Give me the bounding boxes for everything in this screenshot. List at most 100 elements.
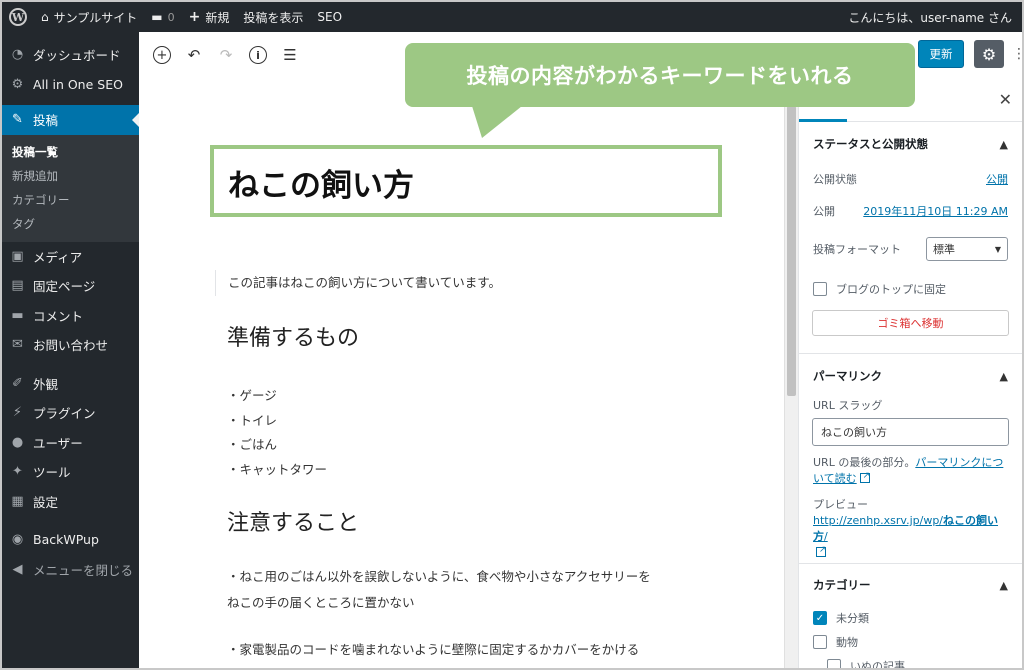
- category-checkbox[interactable]: [813, 635, 827, 649]
- new-label: 新規: [205, 10, 230, 25]
- sidebar-item-label: プラグイン: [33, 406, 96, 422]
- sidebar-item-dashboard[interactable]: ◔ ダッシュボード: [2, 40, 139, 70]
- sidebar-item-tools[interactable]: ✦ ツール: [2, 457, 139, 487]
- permalink-help-link[interactable]: パーマリンクにつ: [915, 456, 1003, 469]
- visibility-label: 公開状態: [813, 173, 857, 186]
- preview-url[interactable]: http://zenhp.xsrv.jp/wp/ねこの飼い方/: [799, 513, 1022, 561]
- item-list[interactable]: ・ゲージ ・トイレ ・ごはん ・キャットタワー: [227, 384, 327, 482]
- pin-icon: ✎: [12, 112, 23, 128]
- undo-icon[interactable]: ↶: [185, 46, 203, 64]
- sidebar-item-label: お問い合わせ: [33, 338, 109, 354]
- block-navigation-icon[interactable]: ☰: [281, 46, 299, 64]
- sidebar-item-backwpup[interactable]: ◉ BackWPup: [2, 525, 139, 555]
- editor-scrollbar[interactable]: [784, 78, 798, 668]
- sidebar-item-contact[interactable]: ✉ お問い合わせ: [2, 330, 139, 360]
- callout-pointer: [472, 106, 522, 138]
- heading-preparation[interactable]: 準備するもの: [227, 320, 359, 352]
- intro-paragraph[interactable]: この記事はねこの飼い方について書いています。: [215, 270, 501, 296]
- post-title-text: ねこの飼い方: [228, 168, 414, 204]
- post-format-label: 投稿フォーマット: [813, 243, 901, 256]
- sidebar-item-label: All in One SEO: [33, 76, 123, 92]
- permalink-help-link-cont[interactable]: いて読む: [813, 472, 857, 485]
- sidebar-item-plugins[interactable]: ⚡ プラグイン: [2, 398, 139, 428]
- sidebar-item-appearance[interactable]: ✐ 外観: [2, 369, 139, 399]
- status-panel-header[interactable]: ステータスと公開状態 ▲: [799, 122, 1022, 166]
- redo-icon[interactable]: ↷: [217, 46, 235, 64]
- sidebar-item-users[interactable]: ● ユーザー: [2, 428, 139, 458]
- sidebar-item-label: メディア: [33, 249, 83, 265]
- sidebar-item-media[interactable]: ▣ メディア: [2, 242, 139, 272]
- heading-cautions[interactable]: 注意すること: [227, 505, 359, 537]
- gear-icon: ⚙: [981, 44, 997, 64]
- settings-toggle-button[interactable]: ⚙: [974, 40, 1004, 68]
- post-format-select[interactable]: 標準 ▼: [926, 237, 1008, 261]
- comments-link[interactable]: ▬ 0: [144, 2, 181, 32]
- sidebar-item-settings[interactable]: ▦ 設定: [2, 487, 139, 517]
- gear-icon: ⚙: [11, 76, 24, 92]
- post-title-field[interactable]: ねこの飼い方: [210, 145, 722, 217]
- publish-date-row: 公開 2019年11月10日 11:29 AM: [799, 192, 1022, 230]
- more-options-icon[interactable]: ⋮: [1012, 42, 1022, 66]
- slug-value: ねこの飼い方: [821, 426, 887, 439]
- collapse-menu-button[interactable]: ◀ メニューを閉じる: [2, 555, 139, 585]
- paragraph-line: ・ねこ用のごはん以外を誤飲しないように、食べ物や小さなアクセサリーを: [227, 569, 651, 584]
- sticky-checkbox[interactable]: [813, 282, 827, 296]
- sidebar-item-posts[interactable]: ✎ 投稿: [2, 105, 139, 135]
- category-checkbox[interactable]: ✓: [813, 611, 827, 625]
- comment-icon: ▬: [151, 10, 163, 24]
- visibility-link[interactable]: 公開: [986, 171, 1008, 187]
- category-item: 動物: [799, 630, 1022, 654]
- category-checkbox[interactable]: [827, 659, 841, 668]
- sidebar-item-comments[interactable]: ▬ コメント: [2, 301, 139, 331]
- sidebar-item-all-in-one-seo[interactable]: ⚙ All in One SEO: [2, 70, 139, 100]
- submenu-add-new[interactable]: 新規追加: [2, 164, 139, 188]
- publish-label: 公開: [813, 205, 835, 218]
- external-link-icon: [816, 542, 827, 558]
- view-post-link[interactable]: 投稿を表示: [236, 2, 310, 32]
- status-panel: ステータスと公開状態 ▲ 公開状態 公開 公開 2019年11月10日 11:2…: [799, 122, 1022, 354]
- permalink-panel-header[interactable]: パーマリンク ▲: [799, 354, 1022, 398]
- move-to-trash-button[interactable]: ゴミ箱へ移動: [812, 310, 1009, 336]
- category-label: 動物: [836, 636, 858, 649]
- cord-paragraph[interactable]: ・家電製品のコードを噛まれないように壁際に固定するかカバーをかける: [227, 637, 639, 663]
- annotation-callout: 投稿の内容がわかるキーワードをいれる: [405, 43, 915, 107]
- category-label: いぬの記事: [850, 660, 905, 670]
- plugin-icon: ⚡: [12, 405, 23, 421]
- list-item: ・ゲージ: [227, 388, 277, 403]
- info-icon[interactable]: i: [249, 46, 267, 64]
- settings-icon: ▦: [11, 493, 24, 509]
- sidebar-item-pages[interactable]: ▤ 固定ページ: [2, 271, 139, 301]
- chevron-up-icon: ▲: [999, 369, 1008, 383]
- sidebar-item-label: BackWPup: [33, 532, 99, 548]
- publish-date-link[interactable]: 2019年11月10日 11:29 AM: [863, 203, 1008, 219]
- slug-input[interactable]: ねこの飼い方: [812, 418, 1009, 446]
- close-icon[interactable]: ✕: [999, 90, 1012, 109]
- preview-url-prefix[interactable]: http://zenhp.xsrv.jp/wp/: [813, 514, 943, 527]
- seo-menu-link[interactable]: SEO: [310, 2, 349, 32]
- plus-icon: +: [188, 9, 201, 25]
- submenu-categories[interactable]: カテゴリー: [2, 188, 139, 212]
- block-editor: + ↶ ↷ i ☰ ねこの飼い方 この記事はねこの飼い方について書いています。 …: [139, 32, 1022, 668]
- wrench-icon: ✦: [12, 464, 23, 480]
- visibility-row: 公開状態 公開: [799, 166, 1022, 192]
- paragraph-line: ねこの手の届くところに置かない: [227, 595, 415, 610]
- submenu-tags[interactable]: タグ: [2, 212, 139, 236]
- user-greeting[interactable]: こんにちは、user-name さん: [841, 2, 1022, 32]
- update-button[interactable]: 更新: [918, 40, 964, 68]
- submenu-all-posts[interactable]: 投稿一覧: [2, 140, 139, 164]
- media-icon: ▣: [11, 248, 24, 264]
- preview-label: プレビュー: [813, 498, 868, 511]
- add-block-icon[interactable]: +: [153, 46, 171, 64]
- category-panel-header[interactable]: カテゴリー ▲: [799, 564, 1022, 606]
- dashboard-icon: ◔: [11, 47, 24, 63]
- sidebar-item-label: コメント: [33, 308, 84, 324]
- caution-paragraph[interactable]: ・ねこ用のごはん以外を誤飲しないように、食べ物や小さなアクセサリーを ねこの手の…: [227, 564, 651, 616]
- new-content-link[interactable]: + 新規: [182, 2, 237, 32]
- settings-sidebar: ✕ ステータスと公開状態 ▲ 公開状態 公開 公開 2019年11月10日 11…: [798, 78, 1022, 670]
- wordpress-logo[interactable]: W: [2, 2, 34, 32]
- site-name-link[interactable]: ⌂ サンプルサイト: [34, 2, 144, 32]
- page-icon: ▤: [11, 278, 24, 294]
- slug-label: URL スラッグ: [813, 399, 883, 412]
- scrollbar-thumb[interactable]: [787, 106, 796, 396]
- category-item: ✓ 未分類: [799, 606, 1022, 630]
